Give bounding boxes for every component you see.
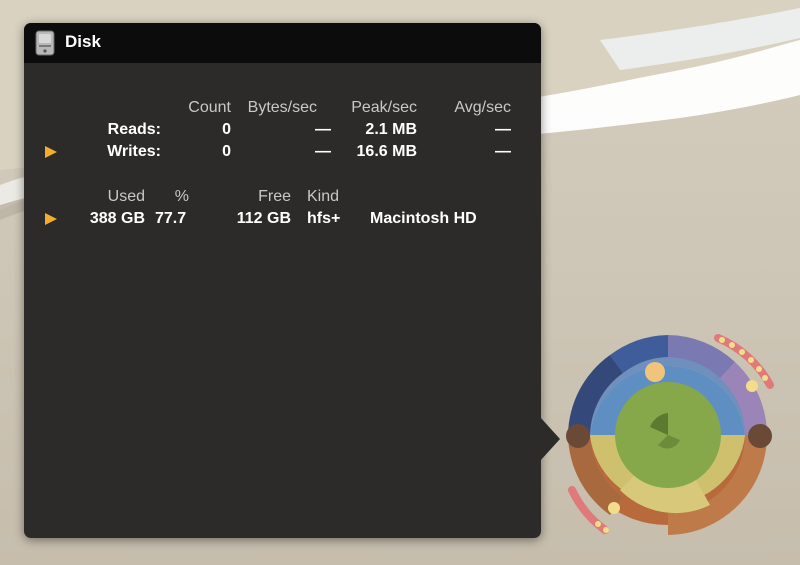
volume-kind: hfs+ (307, 210, 341, 227)
reads-bytes-sec: — (315, 121, 331, 138)
reads-label: Reads: (107, 121, 161, 138)
reads-peak-sec: 2.1 MB (365, 121, 417, 138)
writes-count: 0 (222, 143, 231, 160)
writes-bytes-sec: — (315, 143, 331, 160)
volume-free: 112 GB (236, 210, 291, 227)
popover-pointer (540, 417, 560, 461)
volume-used: 388 GB (89, 210, 145, 227)
istat-radial-widget[interactable] (560, 330, 800, 565)
popover-titlebar: Disk (24, 23, 541, 63)
popover-title: Disk (65, 32, 101, 51)
writes-disclosure-triangle-icon[interactable] (45, 146, 57, 158)
column-header-avg-sec: Avg/sec (454, 99, 511, 116)
column-header-used: Used (107, 188, 145, 205)
disk-drive-icon (35, 30, 55, 56)
reads-avg-sec: — (495, 121, 511, 138)
writes-avg-sec: — (495, 143, 511, 160)
column-header-free: Free (258, 188, 291, 205)
disk-popover: Disk Count Bytes/sec Peak/sec Avg/sec Re… (24, 23, 541, 538)
volume-percent: 77.7 (155, 210, 187, 227)
column-header-count: Count (188, 99, 231, 116)
volume-disclosure-triangle-icon[interactable] (45, 213, 57, 225)
column-header-peak-sec: Peak/sec (351, 99, 417, 116)
writes-label: Writes: (107, 143, 161, 160)
writes-peak-sec: 16.6 MB (356, 143, 417, 160)
volume-name: Macintosh HD (370, 210, 477, 227)
column-header-bytes-sec: Bytes/sec (247, 99, 317, 116)
reads-count: 0 (222, 121, 231, 138)
column-header-kind: Kind (307, 188, 340, 205)
column-header-percent: % (174, 188, 189, 205)
